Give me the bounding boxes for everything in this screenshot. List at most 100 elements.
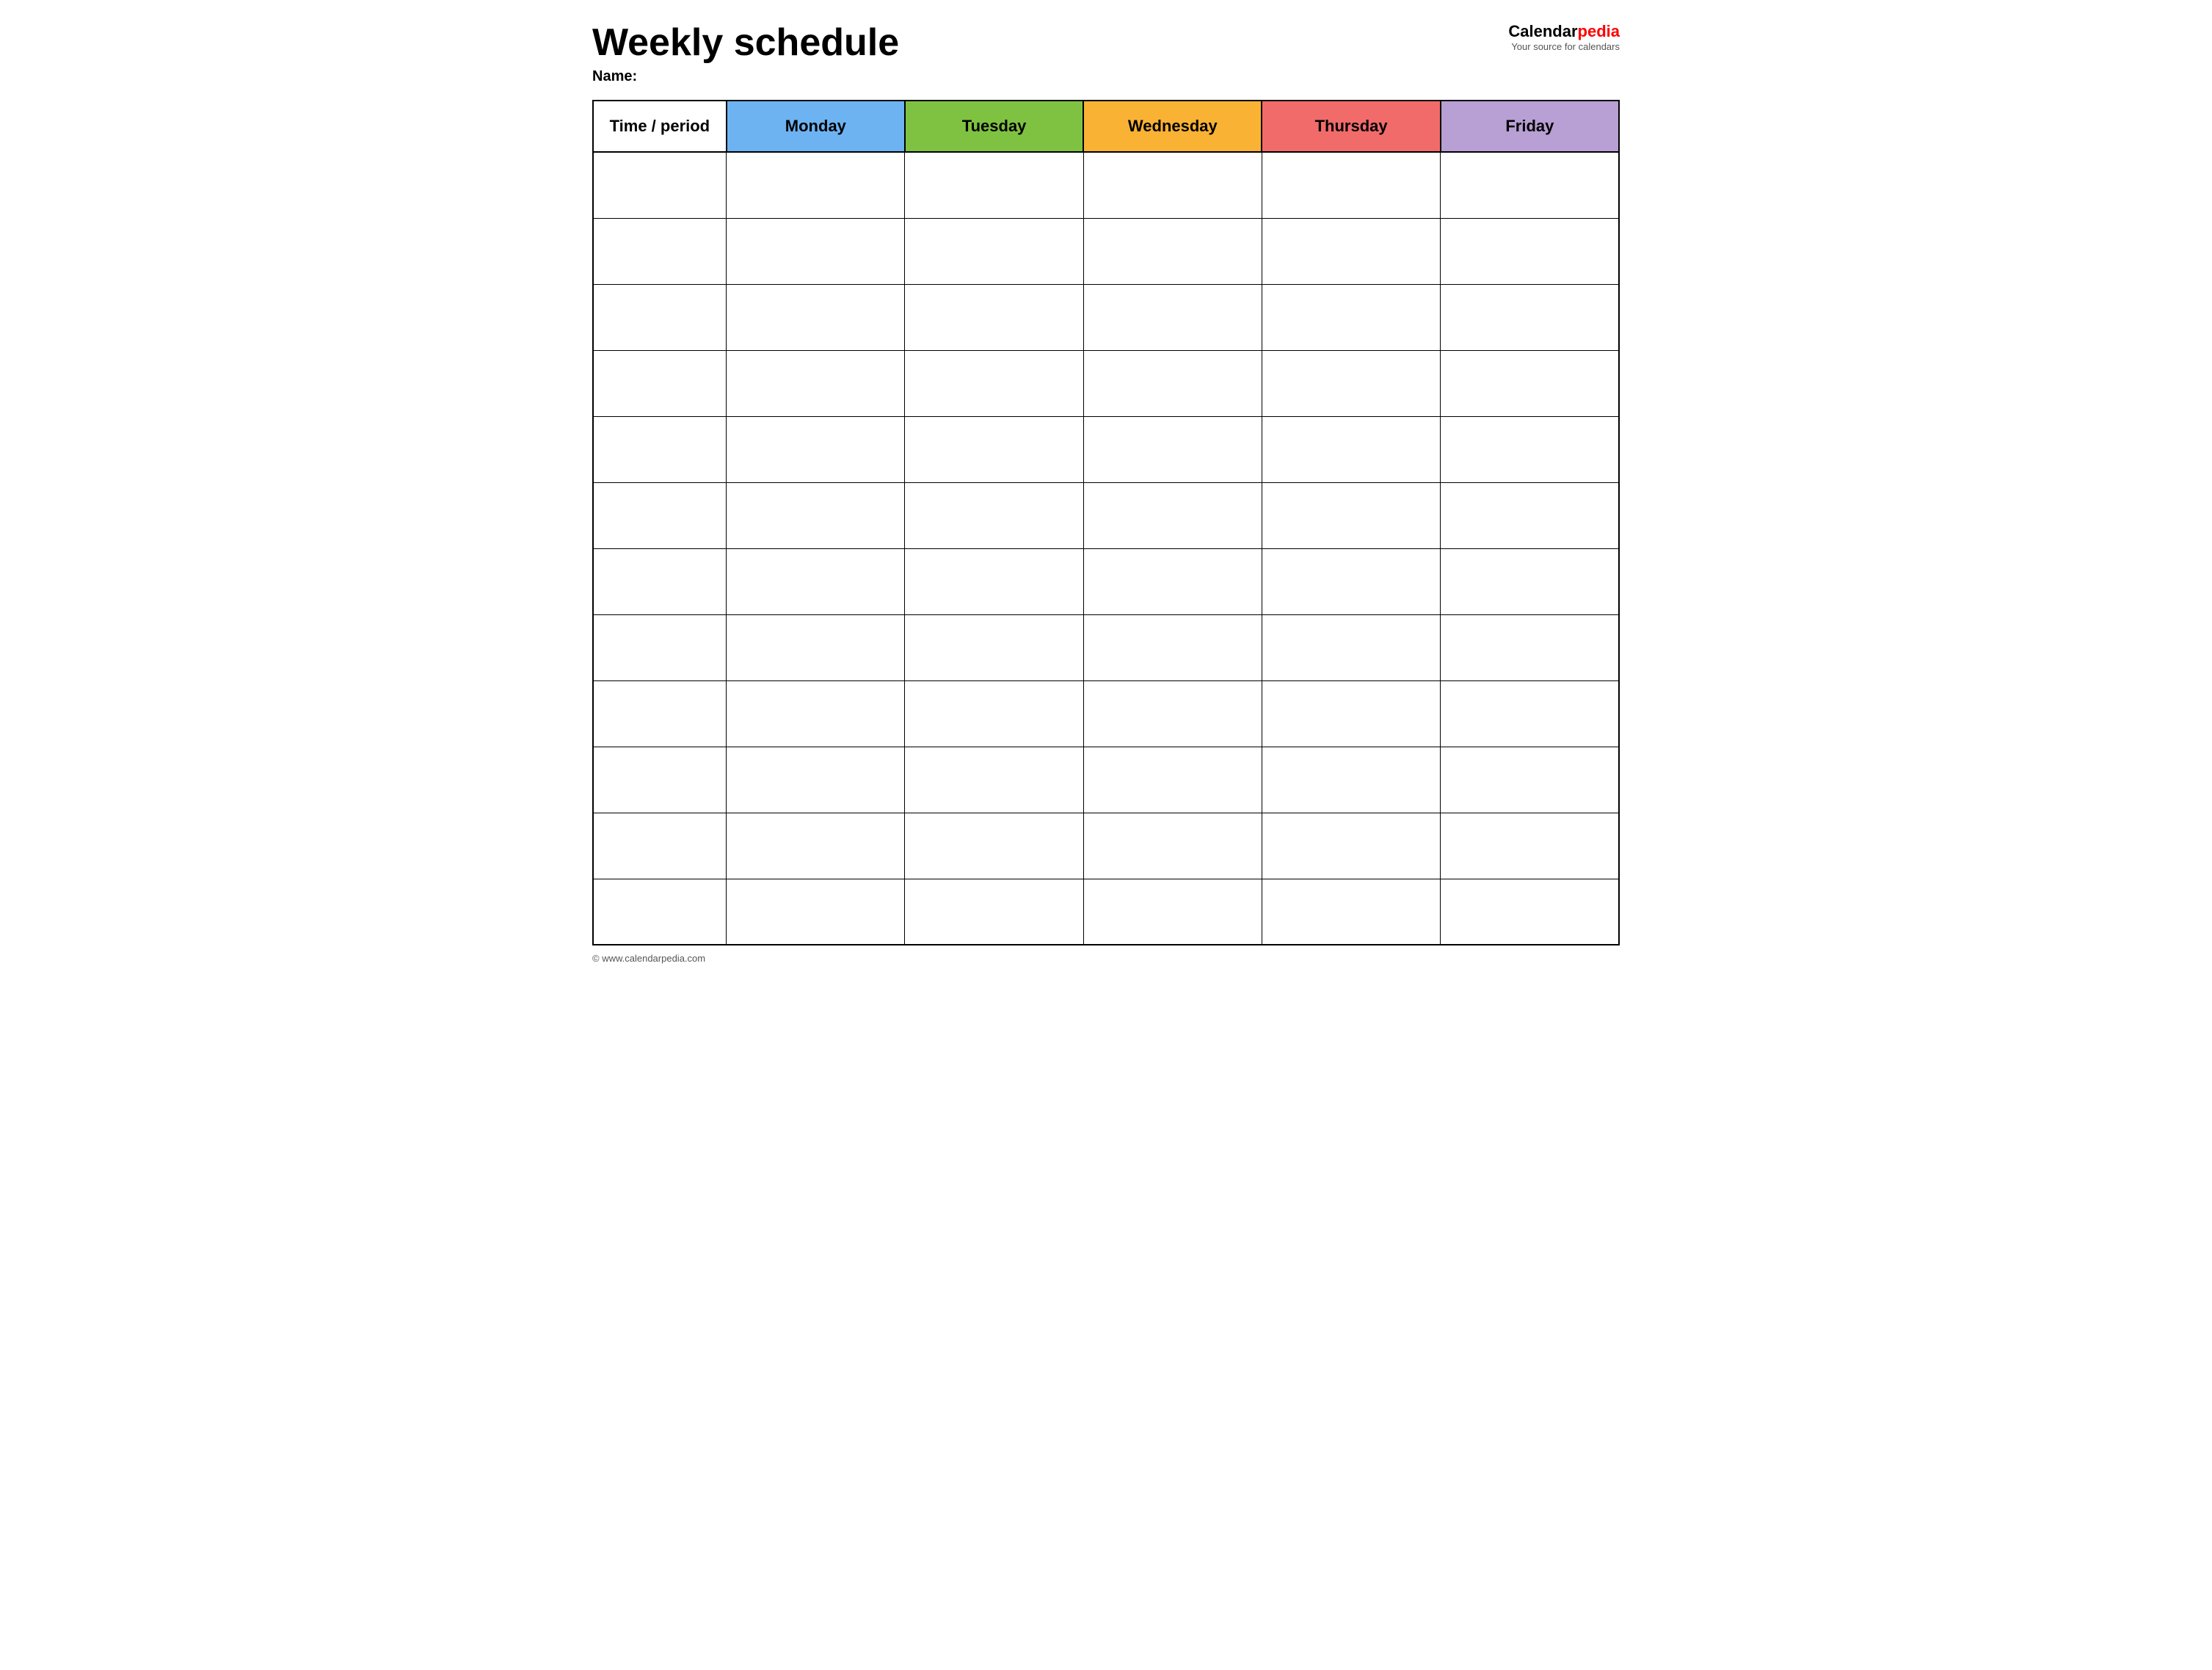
schedule-cell[interactable] [727,152,905,218]
schedule-cell[interactable] [905,813,1083,879]
logo-section: Calendarpedia Your source for calendars [1508,22,1620,52]
schedule-cell[interactable] [1083,548,1262,614]
schedule-cell[interactable] [1262,747,1440,813]
time-cell[interactable] [593,350,727,416]
logo-tagline: Your source for calendars [1511,41,1620,52]
schedule-cell[interactable] [1441,879,1619,945]
schedule-cell[interactable] [1262,548,1440,614]
table-row [593,548,1619,614]
time-cell[interactable] [593,548,727,614]
schedule-cell[interactable] [905,218,1083,284]
schedule-cell[interactable] [1441,350,1619,416]
schedule-cell[interactable] [1083,482,1262,548]
time-cell[interactable] [593,482,727,548]
schedule-cell[interactable] [1083,350,1262,416]
time-cell[interactable] [593,152,727,218]
schedule-cell[interactable] [1441,680,1619,747]
header-row: Weekly schedule Name: Calendarpedia Your… [592,22,1620,85]
schedule-cell[interactable] [905,548,1083,614]
time-cell[interactable] [593,680,727,747]
title-section: Weekly schedule Name: [592,22,899,85]
schedule-cell[interactable] [1441,548,1619,614]
schedule-cell[interactable] [905,614,1083,680]
schedule-cell[interactable] [1441,747,1619,813]
schedule-cell[interactable] [727,416,905,482]
table-row [593,218,1619,284]
col-header-tuesday: Tuesday [905,101,1083,152]
schedule-cell[interactable] [727,218,905,284]
table-row [593,284,1619,350]
schedule-cell[interactable] [1083,416,1262,482]
table-row [593,813,1619,879]
table-row [593,614,1619,680]
time-cell[interactable] [593,416,727,482]
schedule-cell[interactable] [1262,218,1440,284]
schedule-cell[interactable] [727,879,905,945]
time-cell[interactable] [593,813,727,879]
schedule-cell[interactable] [905,284,1083,350]
table-row [593,350,1619,416]
logo-calendar-text: Calendar [1508,22,1577,40]
schedule-cell[interactable] [1083,813,1262,879]
schedule-cell[interactable] [727,482,905,548]
schedule-cell[interactable] [905,416,1083,482]
schedule-cell[interactable] [1262,614,1440,680]
table-row [593,747,1619,813]
schedule-cell[interactable] [727,350,905,416]
schedule-cell[interactable] [727,614,905,680]
schedule-cell[interactable] [1441,416,1619,482]
schedule-cell[interactable] [1083,879,1262,945]
schedule-cell[interactable] [1441,614,1619,680]
schedule-cell[interactable] [1262,482,1440,548]
schedule-cell[interactable] [1262,879,1440,945]
time-cell[interactable] [593,747,727,813]
schedule-table: Time / period Monday Tuesday Wednesday T… [592,100,1620,945]
schedule-cell[interactable] [1441,813,1619,879]
table-row [593,482,1619,548]
schedule-cell[interactable] [727,813,905,879]
schedule-cell[interactable] [1262,680,1440,747]
schedule-cell[interactable] [1083,680,1262,747]
schedule-cell[interactable] [1262,813,1440,879]
schedule-cell[interactable] [905,680,1083,747]
col-header-thursday: Thursday [1262,101,1440,152]
time-cell[interactable] [593,879,727,945]
col-header-friday: Friday [1441,101,1619,152]
time-cell[interactable] [593,614,727,680]
schedule-cell[interactable] [905,482,1083,548]
col-header-time: Time / period [593,101,727,152]
schedule-cell[interactable] [905,747,1083,813]
table-row [593,680,1619,747]
schedule-cell[interactable] [727,548,905,614]
schedule-cell[interactable] [1441,218,1619,284]
schedule-cell[interactable] [905,879,1083,945]
page-title: Weekly schedule [592,22,899,64]
schedule-cell[interactable] [1083,152,1262,218]
time-cell[interactable] [593,218,727,284]
schedule-cell[interactable] [1262,416,1440,482]
schedule-cell[interactable] [1083,614,1262,680]
footer-text: © www.calendarpedia.com [592,953,1620,964]
schedule-cell[interactable] [1441,482,1619,548]
schedule-cell[interactable] [1262,152,1440,218]
col-header-wednesday: Wednesday [1083,101,1262,152]
logo-pedia-text: pedia [1578,22,1620,40]
table-row [593,152,1619,218]
schedule-cell[interactable] [1441,284,1619,350]
schedule-cell[interactable] [727,680,905,747]
schedule-cell[interactable] [1083,284,1262,350]
schedule-cell[interactable] [905,152,1083,218]
schedule-body [593,152,1619,945]
schedule-cell[interactable] [1083,747,1262,813]
schedule-cell[interactable] [1262,350,1440,416]
schedule-cell[interactable] [1262,284,1440,350]
schedule-cell[interactable] [905,350,1083,416]
time-cell[interactable] [593,284,727,350]
schedule-cell[interactable] [1441,152,1619,218]
schedule-cell[interactable] [727,747,905,813]
table-row [593,416,1619,482]
name-label: Name: [592,68,899,85]
schedule-cell[interactable] [1083,218,1262,284]
schedule-cell[interactable] [727,284,905,350]
page-wrapper: Weekly schedule Name: Calendarpedia Your… [592,22,1620,964]
